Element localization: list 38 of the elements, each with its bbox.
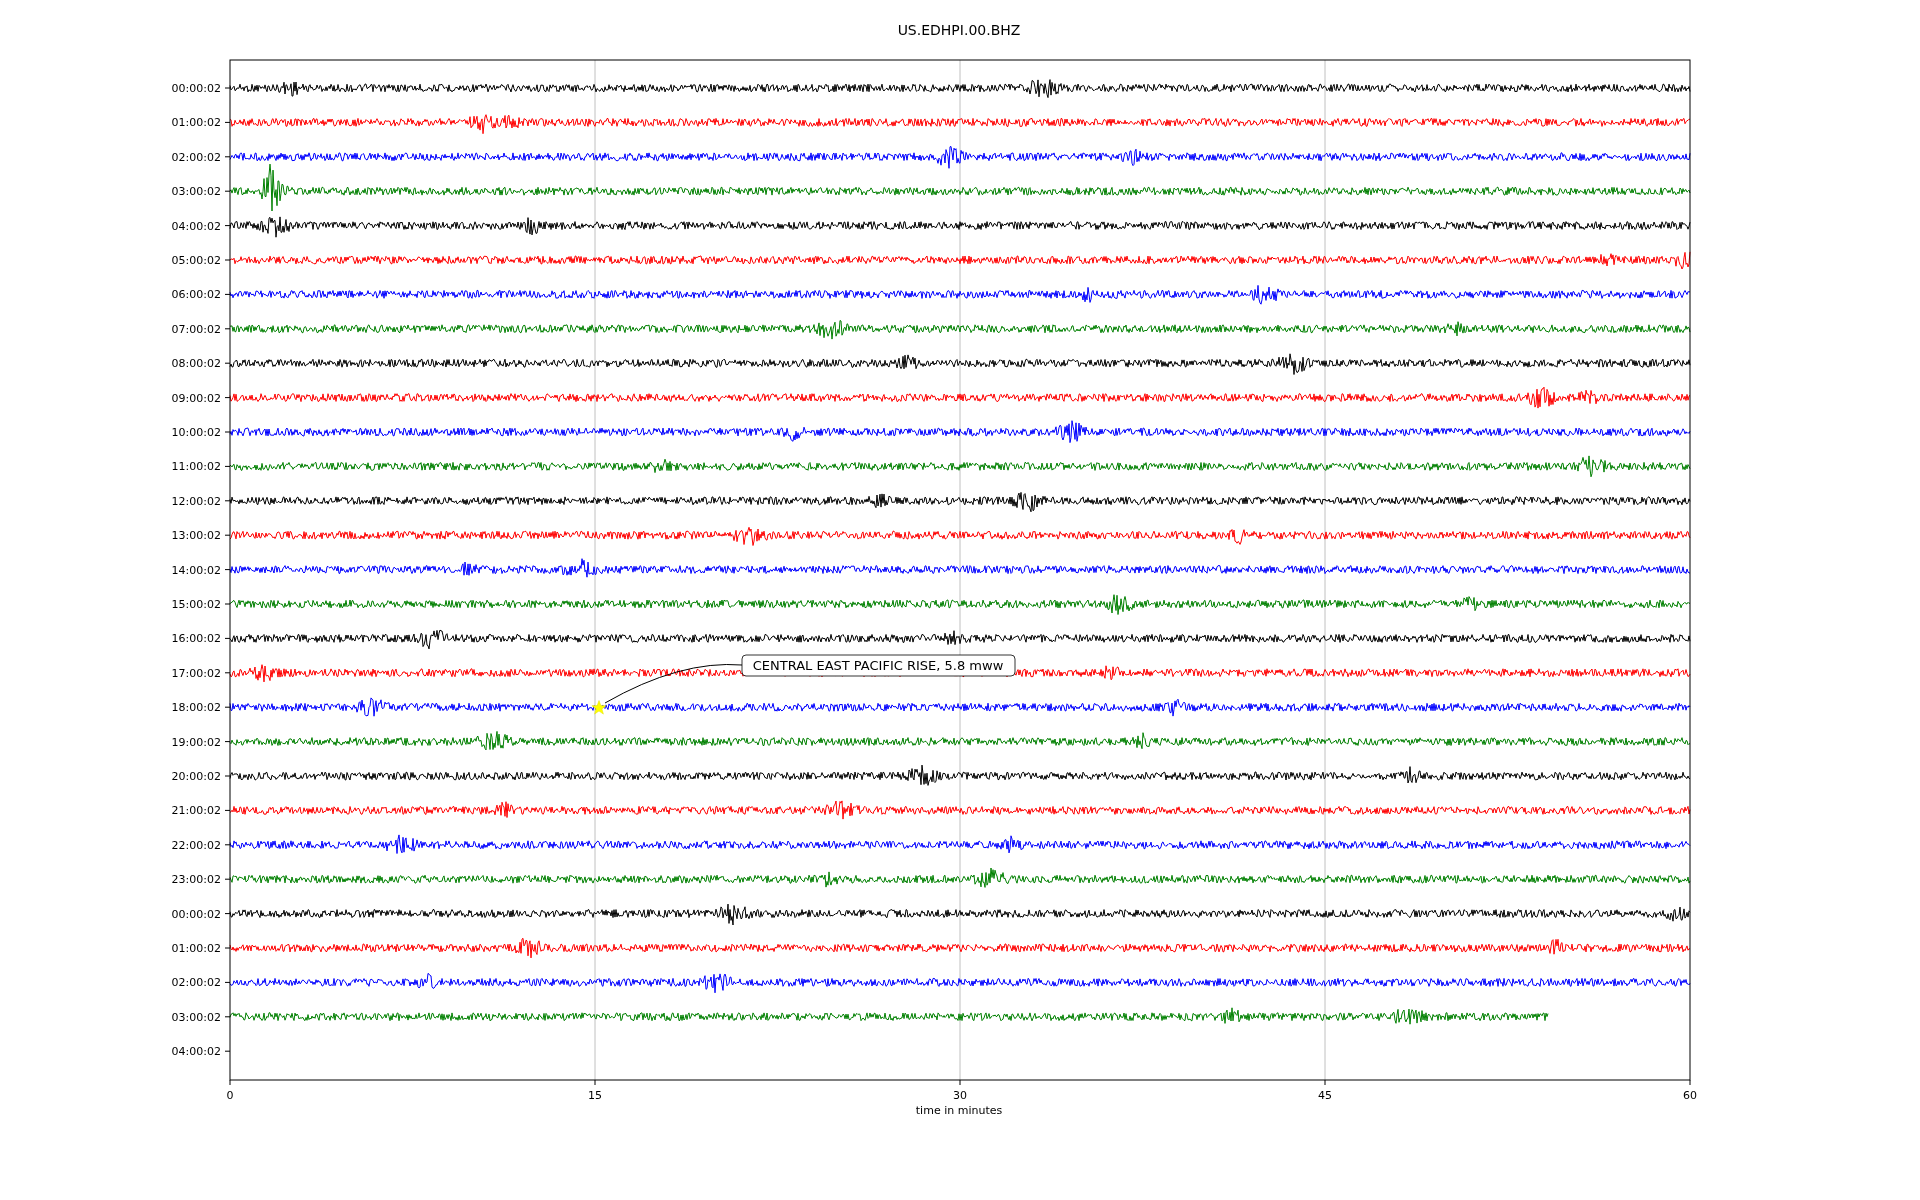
y-tick-label: 04:00:02: [171, 1045, 221, 1059]
y-tick-label: 10:00:02: [171, 426, 221, 439]
y-tick-label: 07:00:02: [171, 322, 221, 336]
x-tick-label: 30: [953, 1089, 967, 1102]
y-tick-label: 21:00:02: [171, 804, 221, 818]
y-tick-label: 09:00:02: [171, 391, 221, 405]
y-tick-label: 18:00:02: [171, 701, 221, 715]
y-tick-label: 06:00:02: [171, 288, 221, 302]
y-tick-label: 14:00:02: [171, 563, 221, 577]
y-tick-label: 12:00:02: [171, 494, 221, 508]
y-tick-label: 17:00:02: [171, 666, 221, 680]
y-tick-label: 13:00:02: [171, 529, 221, 543]
y-tick-label: 01:00:02: [171, 942, 221, 955]
y-tick-label: 15:00:02: [171, 598, 221, 611]
x-axis-label: time in minutes: [915, 1104, 1003, 1117]
y-tick-label: 02:00:02: [171, 150, 221, 164]
y-tick-label: 08:00:02: [171, 357, 221, 371]
x-tick-label: 0: [226, 1089, 234, 1102]
y-tick-label: 04:00:02: [171, 219, 221, 233]
y-tick-label: 19:00:02: [171, 735, 221, 749]
y-tick-label: 20:00:02: [171, 770, 221, 783]
x-tick-label: 60: [1683, 1089, 1697, 1102]
y-tick-label: 03:00:02: [171, 185, 221, 199]
x-tick-label: 15: [588, 1089, 602, 1102]
x-tick-label: 45: [1318, 1089, 1332, 1102]
y-tick-label: 16:00:02: [171, 632, 221, 646]
y-tick-label: 23:00:02: [171, 873, 221, 887]
y-tick-label: 22:00:02: [171, 838, 221, 852]
y-tick-label: 02:00:02: [171, 976, 221, 990]
star-icon: [591, 700, 607, 715]
y-tick-label: 01:00:02: [171, 116, 221, 130]
y-tick-label: 11:00:02: [171, 460, 221, 474]
y-tick-label: 03:00:02: [171, 1010, 221, 1024]
annotation-label: CENTRAL EAST PACIFIC RISE, 5.8 mww: [741, 654, 1016, 677]
y-tick-label: 00:00:02: [171, 907, 221, 921]
y-tick-label: 05:00:02: [171, 254, 221, 267]
y-tick-label: 00:00:02: [171, 82, 221, 95]
chart-title: US.EDHPI.00.BHZ: [897, 22, 1021, 38]
